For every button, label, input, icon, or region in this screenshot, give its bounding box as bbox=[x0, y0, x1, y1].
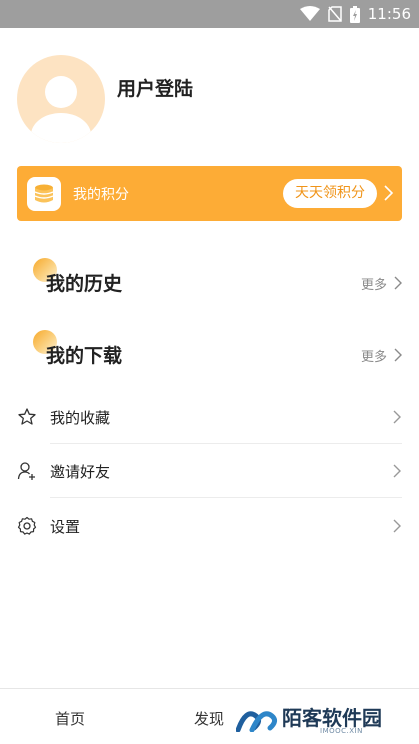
star-icon bbox=[18, 408, 36, 425]
status-icons: 11:56 bbox=[299, 0, 411, 28]
avatar[interactable] bbox=[17, 55, 105, 143]
nav-discover[interactable]: 发现 bbox=[194, 708, 224, 729]
menu-item-label: 邀请好友 bbox=[50, 463, 111, 481]
menu-item-favorites[interactable]: 我的收藏 bbox=[0, 390, 419, 444]
add-user-icon bbox=[17, 462, 35, 480]
points-banner[interactable]: 我的积分 天天领积分 bbox=[17, 166, 402, 221]
more-link[interactable]: 更多 bbox=[361, 346, 387, 365]
coins-icon bbox=[27, 177, 61, 211]
status-time: 11:56 bbox=[367, 5, 411, 23]
no-sim-icon bbox=[328, 6, 342, 22]
chevron-right-icon bbox=[394, 348, 402, 362]
watermark-logo-icon bbox=[236, 711, 278, 732]
section-title: 我的历史 bbox=[46, 273, 123, 295]
wifi-icon bbox=[299, 6, 320, 21]
points-label: 我的积分 bbox=[73, 187, 129, 203]
chevron-right-icon bbox=[384, 185, 394, 201]
more-link[interactable]: 更多 bbox=[361, 274, 387, 293]
divider bbox=[50, 497, 402, 498]
chevron-right-icon bbox=[393, 464, 401, 478]
menu-item-label: 我的收藏 bbox=[50, 409, 111, 427]
section-title: 我的下载 bbox=[46, 345, 123, 367]
watermark: 陌客软件园 IMOOC.XIN bbox=[234, 700, 419, 740]
menu-item-label: 设置 bbox=[50, 518, 81, 536]
gear-icon bbox=[17, 516, 37, 535]
section-downloads[interactable]: 我的下载 更多 bbox=[0, 328, 419, 378]
menu-item-invite[interactable]: 邀请好友 bbox=[0, 444, 419, 498]
user-avatar-icon bbox=[31, 76, 91, 143]
daily-points-button[interactable]: 天天领积分 bbox=[283, 179, 377, 208]
battery-icon bbox=[349, 5, 360, 23]
menu-item-settings[interactable]: 设置 bbox=[0, 499, 419, 553]
section-history[interactable]: 我的历史 更多 bbox=[0, 256, 419, 306]
watermark-subtext: IMOOC.XIN bbox=[320, 727, 363, 735]
login-label[interactable]: 用户登陆 bbox=[117, 74, 193, 101]
chevron-right-icon bbox=[393, 519, 401, 533]
status-bar: 11:56 bbox=[0, 0, 419, 28]
nav-home[interactable]: 首页 bbox=[55, 708, 85, 729]
chevron-right-icon bbox=[394, 276, 402, 290]
chevron-right-icon bbox=[393, 410, 401, 424]
